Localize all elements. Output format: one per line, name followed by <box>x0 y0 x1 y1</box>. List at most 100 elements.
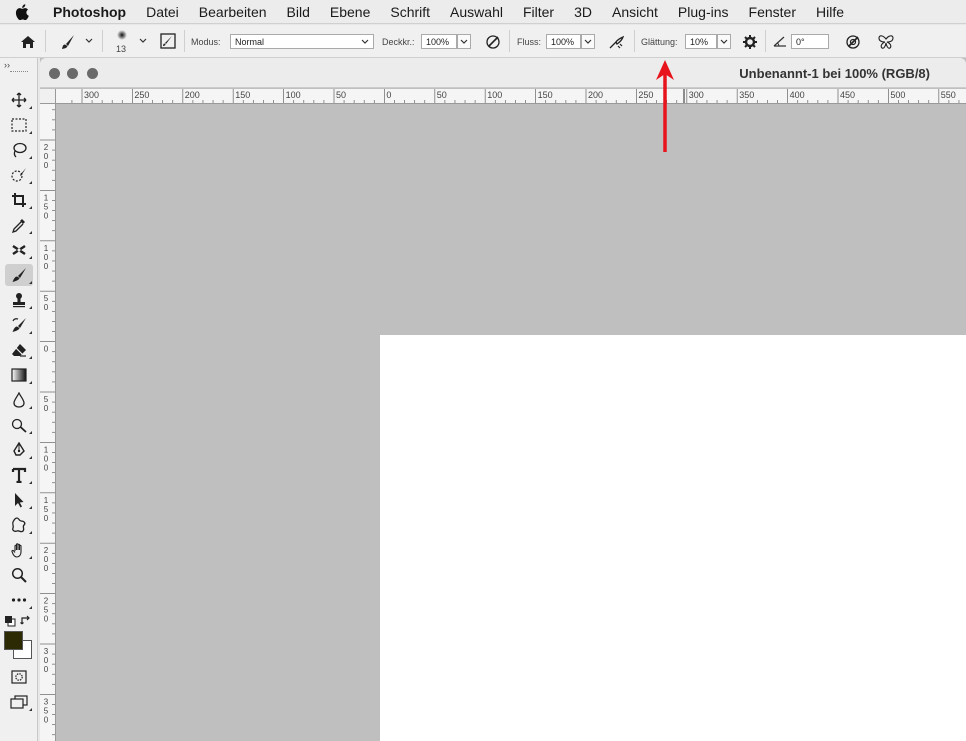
quick-mask-icon[interactable] <box>5 666 33 688</box>
menu-bearbeiten[interactable]: Bearbeiten <box>189 4 277 20</box>
v-ruler-label: 100 <box>44 445 49 472</box>
symmetry-butterfly-icon[interactable] <box>876 33 896 51</box>
h-ruler-label: 200 <box>185 90 200 100</box>
rect-marquee-tool[interactable] <box>5 114 33 136</box>
tools-panel: ›› <box>0 58 38 741</box>
h-ruler-label: 0 <box>386 90 391 100</box>
stamp-tool[interactable] <box>5 289 33 311</box>
hand-tool[interactable] <box>5 539 33 561</box>
options-bar: 13 Modus: Normal Deckkr.: 100% Fluss: 10… <box>0 25 966 58</box>
gear-icon[interactable] <box>741 33 759 51</box>
home-icon[interactable] <box>18 33 38 51</box>
lasso-tool[interactable] <box>5 139 33 161</box>
brush-preset-chevron-icon[interactable] <box>84 36 94 46</box>
smoothing-label: Glättung: <box>641 37 678 47</box>
v-ruler-label: 0 <box>44 345 49 354</box>
path-select-tool[interactable] <box>5 489 33 511</box>
flow-field[interactable]: 100% <box>546 34 581 49</box>
flow-label: Fluss: <box>517 37 542 47</box>
v-ruler-label: 200 <box>44 546 49 573</box>
h-ruler-label: 300 <box>84 90 99 100</box>
opacity-chevron-icon[interactable] <box>457 34 471 49</box>
type-tool[interactable] <box>5 464 33 486</box>
document-titlebar: Unbenannt-1 bei 100% (RGB/8) <box>40 58 966 88</box>
flow-chevron-icon[interactable] <box>581 34 595 49</box>
h-ruler-label: 100 <box>286 90 301 100</box>
shape-tool[interactable] <box>5 514 33 536</box>
v-ruler-label: 300 <box>44 647 49 674</box>
foreground-color-swatch[interactable] <box>4 631 23 650</box>
brush-size-value: 13 <box>116 44 127 54</box>
panel-collapse-icon[interactable]: ›› <box>4 60 10 70</box>
history-brush-tool[interactable] <box>5 314 33 336</box>
menu-ansicht[interactable]: Ansicht <box>602 4 668 20</box>
opacity-field[interactable]: 100% <box>421 34 457 49</box>
horizontal-ruler[interactable]: 300 250 200 150 100 50 0 50 100 150 200 250 300 350 40… <box>56 89 966 104</box>
menu-schrift[interactable]: Schrift <box>380 4 440 20</box>
h-ruler-label: 550 <box>941 90 956 100</box>
crop-tool[interactable] <box>5 189 33 211</box>
document-title: Unbenannt-1 bei 100% (RGB/8) <box>739 66 930 81</box>
h-ruler-label: 100 <box>487 90 502 100</box>
menu-plugins[interactable]: Plug-ins <box>668 4 739 20</box>
opacity-value: 100% <box>426 36 450 47</box>
eyedropper-tool[interactable] <box>5 214 33 236</box>
vertical-ruler[interactable]: 200 150 100 50 0 50 100 150 200 250 300 350 <box>40 104 56 741</box>
document-canvas[interactable] <box>380 335 966 741</box>
pressure-size-icon[interactable] <box>844 33 862 51</box>
v-ruler-label: 250 <box>44 597 49 624</box>
zoom-tool[interactable] <box>5 564 33 586</box>
airbrush-icon[interactable] <box>607 33 627 51</box>
blur-tool[interactable] <box>5 389 33 411</box>
brush-size-chevron-icon[interactable] <box>138 36 148 46</box>
angle-icon <box>772 34 788 48</box>
h-ruler-label: 450 <box>840 90 855 100</box>
menu-auswahl[interactable]: Auswahl <box>440 4 513 20</box>
menu-hilfe[interactable]: Hilfe <box>806 4 854 20</box>
more-tools-icon[interactable] <box>5 589 33 611</box>
v-ruler-label: 50 <box>44 395 49 413</box>
h-ruler-label: 400 <box>790 90 805 100</box>
quick-select-tool[interactable] <box>5 164 33 186</box>
h-ruler-label: 500 <box>890 90 905 100</box>
gradient-tool[interactable] <box>5 364 33 386</box>
v-ruler-label: 200 <box>44 143 49 170</box>
ruler-origin[interactable] <box>40 89 56 104</box>
menu-bild[interactable]: Bild <box>277 4 320 20</box>
eraser-tool[interactable] <box>5 339 33 361</box>
screen-mode-icon[interactable] <box>5 691 33 713</box>
smoothing-field[interactable]: 10% <box>685 34 717 49</box>
h-ruler-label: 300 <box>689 90 704 100</box>
mode-value: Normal <box>235 36 265 47</box>
window-close-button[interactable] <box>49 68 60 79</box>
healing-tool[interactable] <box>5 239 33 261</box>
menu-bar: Photoshop Datei Bearbeiten Bild Ebene Sc… <box>0 0 966 24</box>
menu-fenster[interactable]: Fenster <box>739 4 806 20</box>
mode-chevron-icon <box>361 37 369 47</box>
brush-tool[interactable] <box>5 264 33 286</box>
v-ruler-label: 350 <box>44 697 49 724</box>
move-tool[interactable] <box>5 89 33 111</box>
flow-value: 100% <box>551 36 575 47</box>
window-zoom-button[interactable] <box>87 68 98 79</box>
pen-tool[interactable] <box>5 439 33 461</box>
window-minimize-button[interactable] <box>67 68 78 79</box>
default-colors-icon[interactable] <box>4 614 16 627</box>
pressure-opacity-icon[interactable] <box>484 33 502 51</box>
angle-value: 0° <box>796 36 805 47</box>
menu-datei[interactable]: Datei <box>136 4 189 20</box>
apple-icon[interactable] <box>0 3 44 20</box>
pasteboard[interactable] <box>56 104 966 741</box>
angle-field[interactable]: 0° <box>791 34 829 49</box>
menu-3d[interactable]: 3D <box>564 4 602 20</box>
mode-select[interactable]: Normal <box>230 34 374 49</box>
menu-photoshop[interactable]: Photoshop <box>44 4 136 20</box>
menu-ebene[interactable]: Ebene <box>320 4 380 20</box>
smoothing-chevron-icon[interactable] <box>717 34 731 49</box>
brush-preset-icon[interactable] <box>58 33 78 51</box>
dodge-tool[interactable] <box>5 414 33 436</box>
menu-filter[interactable]: Filter <box>513 4 564 20</box>
brush-tip-icon[interactable] <box>114 29 130 41</box>
brush-settings-panel-icon[interactable] <box>159 32 177 50</box>
swap-colors-icon[interactable] <box>20 614 32 626</box>
